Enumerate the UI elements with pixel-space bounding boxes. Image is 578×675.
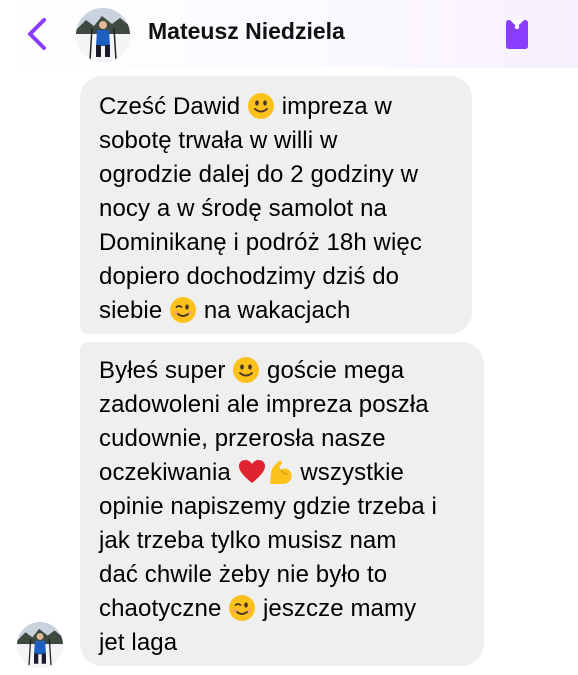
message-line: siebie na wakacjach xyxy=(99,294,350,328)
winking-face-emoji xyxy=(170,297,197,323)
chat-header: Mateusz Niedziela xyxy=(0,0,578,68)
flexed-biceps-emoji xyxy=(269,460,292,484)
message-line: Dominikanę i podróż 18h więc xyxy=(99,229,422,256)
message-text: wszystkie xyxy=(293,459,404,486)
message-text: Byłeś super xyxy=(99,357,233,384)
message-line: opinie napiszemy gdzie trzeba i xyxy=(99,493,437,520)
message-line: Cześć Dawid impreza w xyxy=(99,90,392,124)
red-heart-emoji xyxy=(238,460,265,483)
message-line: cudownie, przerosła nasze xyxy=(99,425,386,452)
message-line: dać chwile żeby nie było to xyxy=(99,561,388,588)
contact-name[interactable]: Mateusz Niedziela xyxy=(148,18,345,45)
message-text: chaotyczne xyxy=(99,595,229,622)
message-bubble[interactable]: Cześć Dawid impreza w sobotę trwała w wi… xyxy=(80,76,472,334)
message-text: jeszcze mamy xyxy=(256,595,417,622)
message-text: oczekiwania xyxy=(99,459,238,486)
chevron-left-icon[interactable] xyxy=(22,14,56,54)
message-line: chaotyczne jeszcze mamy xyxy=(99,592,416,626)
message-text: Cześć Dawid xyxy=(99,93,247,120)
tag-icon[interactable] xyxy=(500,16,534,52)
message-text: siebie xyxy=(99,297,170,324)
sender-avatar[interactable] xyxy=(17,622,63,668)
message-line: sobotę trwała w willi w xyxy=(99,127,338,154)
winking-face-emoji xyxy=(229,595,256,621)
message-line: nocy a w środę samolot na xyxy=(99,195,387,222)
message-line: Byłeś super goście mega xyxy=(99,354,404,388)
message-line: oczekiwania wszystkie xyxy=(99,456,404,490)
message-line: ogrodzie dalej do 2 godziny w xyxy=(99,161,419,188)
message-line: jak trzeba tylko musisz nam xyxy=(99,527,397,554)
slightly-smiling-face-emoji xyxy=(247,93,274,119)
message-line: zadowoleni ale impreza poszła xyxy=(99,391,429,418)
message-bubble[interactable]: Byłeś super goście mega zadowoleni ale i… xyxy=(80,342,484,666)
message-text: na wakacjach xyxy=(197,297,351,324)
message-text: impreza w xyxy=(274,93,392,120)
message-text: goście mega xyxy=(260,357,405,384)
slightly-smiling-face-emoji xyxy=(233,357,260,383)
message-line: jet laga xyxy=(99,629,178,656)
message-line: dopiero dochodzimy dziś do xyxy=(99,263,400,290)
contact-avatar[interactable] xyxy=(76,8,130,62)
